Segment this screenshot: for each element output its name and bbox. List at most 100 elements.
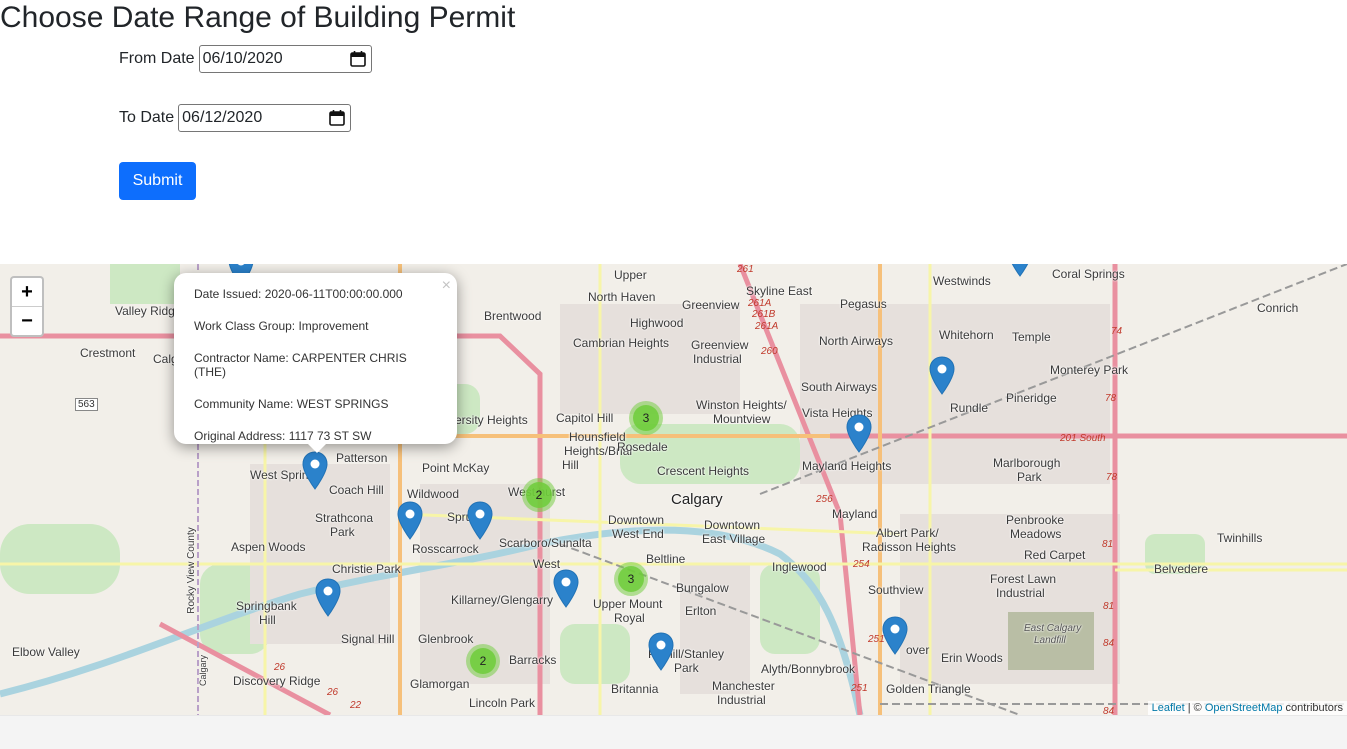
- map-marker-icon[interactable]: [882, 616, 908, 656]
- route-label: 261: [737, 264, 754, 275]
- place-label: Temple: [1012, 330, 1051, 344]
- popup-community: Community Name: WEST SPRINGS: [194, 397, 389, 411]
- place-label: Erin Woods: [941, 651, 1003, 665]
- place-label: Scarboro/Sunalta: [499, 536, 592, 550]
- place-label: Mayland: [832, 507, 878, 521]
- marker-cluster[interactable]: 3: [629, 401, 663, 435]
- zoom-out-button[interactable]: −: [12, 307, 42, 335]
- place-label: Highwood: [630, 316, 684, 330]
- place-label: Calgary: [671, 491, 723, 508]
- place-label: Capitol Hill: [556, 411, 614, 425]
- map-marker-icon[interactable]: [929, 356, 955, 396]
- place-label: Glamorgan: [410, 677, 470, 691]
- cluster-count: 3: [618, 566, 644, 592]
- cluster-count: 2: [470, 648, 496, 674]
- map-marker-icon[interactable]: [1007, 264, 1033, 278]
- place-label: Barracks: [509, 653, 557, 667]
- marker-cluster[interactable]: 2: [522, 478, 556, 512]
- place-label: Upper Mount: [593, 597, 663, 611]
- place-label: North Haven: [588, 290, 656, 304]
- place-label: Pineridge: [1006, 391, 1057, 405]
- popup-close-button[interactable]: ×: [442, 277, 451, 295]
- place-label: Coach Hill: [329, 483, 384, 497]
- place-label: Red Carpet: [1024, 548, 1086, 562]
- place-label: Rosscarrock: [412, 542, 479, 556]
- place-label: Alyth/Bonnybrook: [761, 662, 856, 676]
- from-date-input[interactable]: 06/10/2020: [198, 45, 372, 73]
- map-marker-icon[interactable]: [648, 632, 674, 672]
- place-label: Radisson Heights: [862, 540, 957, 554]
- map-marker-icon[interactable]: [846, 414, 872, 454]
- place-label: ersity Heights: [455, 413, 528, 427]
- place-label: Penbrooke: [1006, 513, 1065, 527]
- place-label: Park: [1017, 470, 1042, 484]
- place-label: Winston Heights/: [696, 398, 787, 412]
- submit-button[interactable]: Submit: [119, 162, 196, 200]
- place-label: Industrial: [717, 693, 766, 707]
- highway-shield: 563: [75, 398, 98, 411]
- place-label: Southview: [868, 583, 924, 597]
- place-label: Twinhills: [1217, 531, 1263, 545]
- calendar-icon[interactable]: [349, 50, 367, 68]
- place-label: Discovery Ridge: [233, 674, 321, 688]
- place-label: Greenview: [682, 298, 740, 312]
- route-label: 81: [1102, 539, 1114, 550]
- place-label: Glenbrook: [418, 632, 474, 646]
- attribution-suffix: contributors: [1282, 702, 1343, 714]
- place-label: Springbank: [236, 599, 297, 613]
- from-date-row: From Date 06/10/2020: [119, 45, 372, 73]
- to-date-input[interactable]: 06/12/2020: [178, 104, 352, 132]
- popup-address: Original Address: 1117 73 ST SW: [194, 429, 372, 443]
- place-label: Westwinds: [933, 274, 991, 288]
- cluster-count: 3: [633, 405, 659, 431]
- place-label: Mayland Heights: [802, 459, 892, 473]
- place-label: Golden Triangle: [886, 682, 971, 696]
- place-label: Point McKay: [422, 461, 490, 475]
- route-label: 26: [327, 687, 339, 698]
- place-label: Lincoln Park: [469, 696, 536, 710]
- leaflet-link[interactable]: Leaflet: [1152, 702, 1185, 714]
- place-label: Beltline: [646, 552, 686, 566]
- route-label: 260: [761, 346, 778, 357]
- route-label: 84: [1103, 706, 1115, 715]
- place-label: Royal: [614, 611, 645, 625]
- place-label: Greenview: [691, 338, 749, 352]
- map-marker-icon[interactable]: [397, 501, 423, 541]
- marker-popup: × Date Issued: 2020-06-11T00:00:00.000 W…: [174, 273, 457, 444]
- place-label: Strathcona: [315, 511, 374, 525]
- bottom-bar: [0, 715, 1347, 749]
- map-marker-icon[interactable]: [467, 501, 493, 541]
- page-title: Choose Date Range of Building Permit: [0, 1, 516, 34]
- marker-cluster[interactable]: 3: [614, 562, 648, 596]
- place-label: Signal Hill: [341, 632, 395, 646]
- place-label: Whitehorn: [939, 328, 994, 342]
- route-label: 256: [816, 494, 833, 505]
- cluster-count: 2: [526, 482, 552, 508]
- popup-date-issued: Date Issued: 2020-06-11T00:00:00.000: [194, 287, 403, 301]
- place-label: Upper: [614, 268, 647, 282]
- map-marker-icon[interactable]: [315, 578, 341, 618]
- route-label: 81: [1103, 601, 1115, 612]
- calendar-icon[interactable]: [328, 109, 346, 127]
- map-marker-icon[interactable]: [553, 569, 579, 609]
- place-label: Forest Lawn: [990, 572, 1057, 586]
- from-date-label: From Date: [119, 50, 195, 67]
- place-label: Landfill: [1034, 635, 1066, 646]
- map-marker-icon[interactable]: [302, 451, 328, 491]
- route-label: 78: [1105, 393, 1117, 404]
- place-label: North Airways: [819, 334, 894, 348]
- route-label: 74: [1111, 326, 1123, 337]
- place-label: Mountview: [713, 412, 771, 426]
- marker-cluster[interactable]: 2: [466, 644, 500, 678]
- route-label: 201 South: [1060, 433, 1106, 444]
- route-label: 84: [1103, 638, 1115, 649]
- map[interactable]: Upper North Haven Skyline East Westwinds…: [0, 264, 1347, 715]
- route-label: 254: [853, 559, 870, 570]
- place-label: Inglewood: [772, 560, 827, 574]
- route-label: 251: [851, 683, 868, 694]
- place-label: Meadows: [1010, 527, 1062, 541]
- place-label: Hill: [562, 458, 579, 472]
- osm-link[interactable]: OpenStreetMap: [1205, 702, 1283, 714]
- zoom-in-button[interactable]: +: [12, 278, 42, 307]
- place-label: Valley Ridge: [115, 304, 182, 318]
